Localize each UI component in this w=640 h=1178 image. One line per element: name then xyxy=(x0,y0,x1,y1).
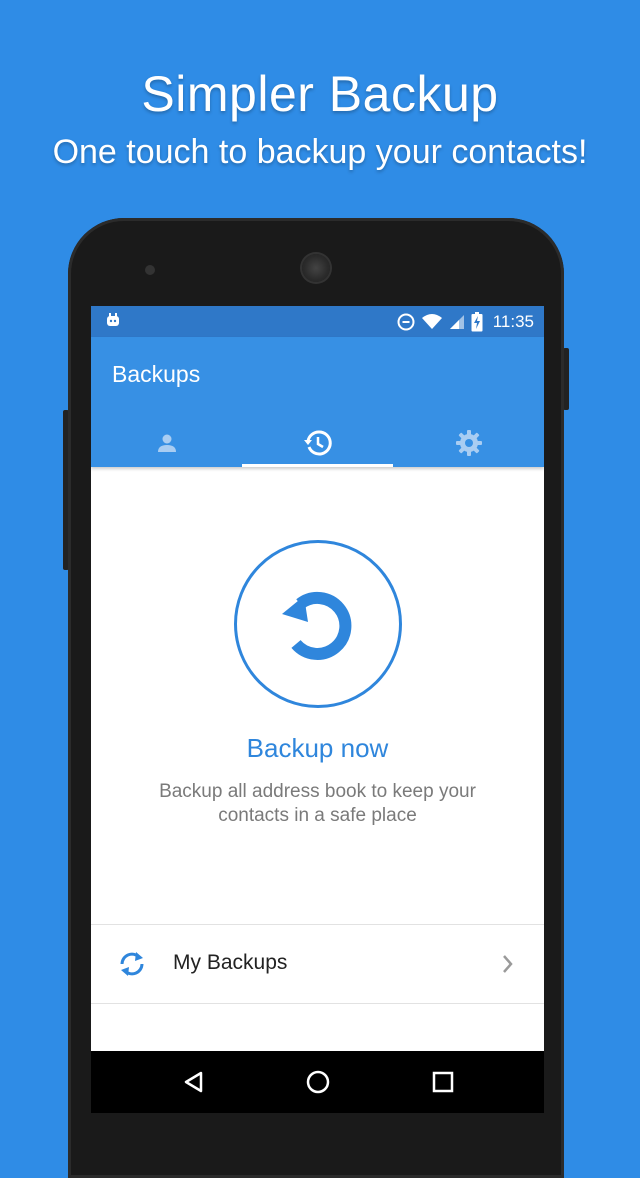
app-bar: Backups xyxy=(91,337,544,467)
signal-icon xyxy=(449,314,464,329)
gear-icon xyxy=(455,430,482,456)
list-item-my-backups[interactable]: My Backups xyxy=(91,925,544,1003)
navigation-bar xyxy=(91,1051,544,1113)
backup-description: Backup all address book to keep your con… xyxy=(159,781,476,826)
android-app-icon xyxy=(107,313,119,326)
history-icon xyxy=(303,430,332,456)
promo-subtitle: One touch to backup your contacts! xyxy=(52,133,588,171)
phone-screen: 11:35 Backups Backup now Backup all addr… xyxy=(91,306,544,1051)
home-icon xyxy=(306,1070,330,1094)
restore-icon xyxy=(282,591,352,660)
divider xyxy=(91,1003,544,1004)
tab-backups[interactable] xyxy=(242,419,393,467)
tab-settings[interactable] xyxy=(393,419,544,467)
status-time: 11:35 xyxy=(492,311,534,331)
phone-sensor xyxy=(145,265,155,275)
backup-now-label[interactable]: Backup now xyxy=(91,733,544,764)
promo-title: Simpler Backup xyxy=(141,66,499,122)
data-saver-icon xyxy=(397,313,415,330)
tab-contacts[interactable] xyxy=(91,419,242,467)
chevron-right-icon xyxy=(503,955,513,973)
person-icon xyxy=(157,434,176,452)
back-icon xyxy=(184,1071,203,1093)
phone-speaker xyxy=(302,254,330,282)
sync-icon xyxy=(120,952,144,976)
back-button[interactable] xyxy=(177,1065,211,1099)
recents-button[interactable] xyxy=(426,1065,460,1099)
tab-indicator xyxy=(242,464,393,467)
recents-icon xyxy=(432,1071,454,1093)
backup-now-button[interactable] xyxy=(234,540,402,708)
home-button[interactable] xyxy=(301,1065,335,1099)
status-bar: 11:35 xyxy=(91,306,544,337)
page-title: Backups xyxy=(112,361,201,387)
tab-bar xyxy=(91,419,544,467)
battery-charging-icon xyxy=(471,311,483,331)
wifi-icon xyxy=(421,313,442,329)
list-item-label: My Backups xyxy=(173,951,288,974)
